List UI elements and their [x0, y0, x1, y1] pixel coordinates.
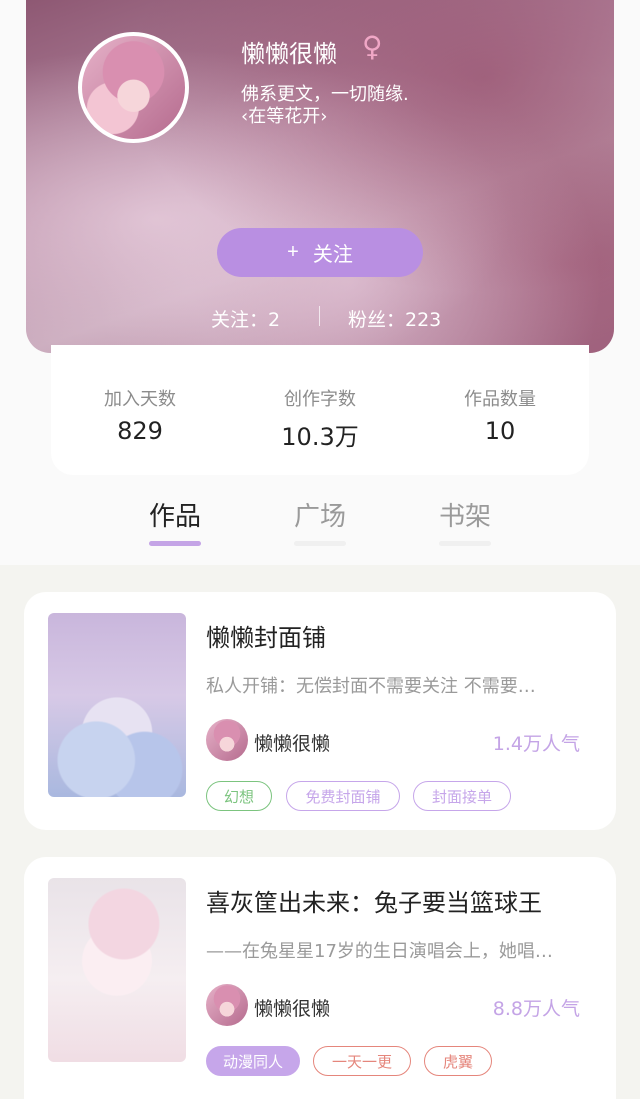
stat-label: 加入天数: [104, 389, 176, 410]
follow-button-label: 关注: [312, 244, 353, 266]
follow-button[interactable]: + 关注: [217, 228, 423, 277]
stats-card: 加入天数 829 创作字数 10.3万 作品数量 10: [51, 345, 589, 475]
author-name[interactable]: 懒懒很懒: [254, 994, 330, 1021]
tab-bookshelf-indicator: [439, 541, 491, 546]
tab-works-indicator: [149, 541, 201, 546]
stat-label: 创作字数: [284, 389, 356, 410]
tag-fantasy[interactable]: 幻想: [206, 781, 272, 811]
profile-avatar[interactable]: [78, 32, 189, 143]
work-title[interactable]: 喜灰筐出未来：兔子要当篮球王: [206, 883, 542, 918]
tag-daily-update[interactable]: 一天一更: [313, 1046, 411, 1076]
work-card[interactable]: 喜灰筐出未来：兔子要当篮球王 ——在兔星星17岁的生日演唱会上，她唱… 懒懒很懒…: [24, 857, 616, 1099]
stats-divider: [319, 306, 320, 326]
female-symbol-icon: ♀: [362, 30, 383, 63]
author-avatar[interactable]: [206, 719, 248, 761]
tab-square-indicator: [294, 541, 346, 546]
profile-bio: 佛系更文，一切随缘. ‹在等花开›: [241, 84, 409, 128]
stat-word-count: 创作字数 10.3万: [260, 385, 380, 452]
work-description: ——在兔星星17岁的生日演唱会上，她唱…: [206, 941, 553, 962]
bio-line-1: 佛系更文，一切随缘.: [241, 84, 409, 105]
following-count[interactable]: 关注：2: [211, 305, 280, 332]
tab-square[interactable]: 广场: [280, 496, 360, 533]
fans-count[interactable]: 粉丝：223: [348, 305, 441, 332]
stat-value: 829: [117, 417, 163, 445]
stat-value: 10.3万: [281, 423, 359, 451]
profile-name: 懒懒很懒: [241, 40, 337, 68]
tag-huyi[interactable]: 虎翼: [424, 1046, 492, 1076]
stat-value: 10: [484, 417, 516, 445]
work-cover-image[interactable]: [48, 878, 186, 1062]
popularity-count: 1.4万人气: [492, 733, 580, 755]
bio-line-2: ‹在等花开›: [241, 106, 328, 127]
tab-works[interactable]: 作品: [135, 496, 215, 533]
work-description: 私人开铺：无偿封面不需要关注 不需要…: [206, 676, 536, 697]
tab-bookshelf[interactable]: 书架: [425, 496, 505, 533]
work-title[interactable]: 懒懒封面铺: [206, 618, 326, 653]
plus-icon: +: [287, 241, 299, 263]
work-cover-image[interactable]: [48, 613, 186, 797]
tag-anime-fanfic[interactable]: 动漫同人: [206, 1046, 300, 1076]
popularity-count: 8.8万人气: [492, 998, 580, 1020]
stat-label: 作品数量: [464, 389, 536, 410]
stat-join-days: 加入天数 829: [80, 385, 200, 445]
stat-works-count: 作品数量 10: [440, 385, 560, 445]
author-name[interactable]: 懒懒很懒: [254, 729, 330, 756]
tag-cover-order[interactable]: 封面接单: [413, 781, 511, 811]
author-avatar[interactable]: [206, 984, 248, 1026]
work-card[interactable]: 懒懒封面铺 私人开铺：无偿封面不需要关注 不需要… 懒懒很懒 1.4万人气 幻想…: [24, 592, 616, 830]
tag-free-cover[interactable]: 免费封面铺: [286, 781, 400, 811]
